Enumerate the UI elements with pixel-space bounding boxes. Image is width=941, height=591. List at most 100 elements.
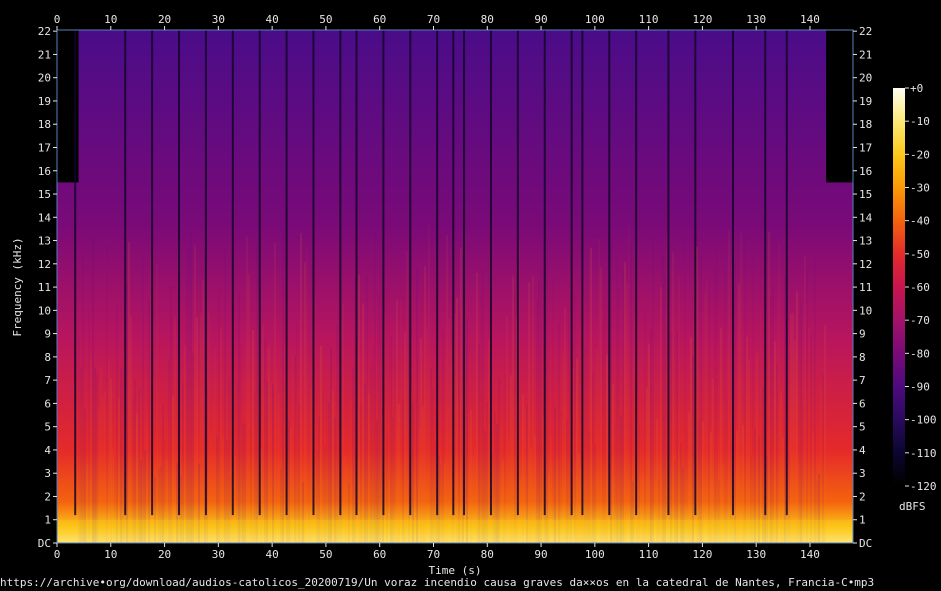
spectral-streak: [256, 243, 258, 543]
silence-gap: [74, 30, 77, 516]
x-tick-label-top: 90: [534, 13, 547, 26]
spectral-streak: [94, 367, 96, 543]
x-axis-top: 0 10 20 30 40 50 60 70 80 90 100 110 120 130 140: [54, 13, 820, 30]
spectral-streak: [446, 234, 448, 543]
spectral-streak: [814, 257, 816, 543]
spectral-streak: [192, 353, 194, 543]
spectral-streak: [174, 316, 176, 543]
silence-gap: [231, 30, 234, 516]
spectral-streak: [262, 324, 264, 543]
colorbar-tick-label: -120: [910, 480, 937, 493]
y-tick-label-right: 14: [859, 211, 873, 224]
spectral-streak: [552, 277, 554, 543]
y-tick-label-right: 20: [859, 72, 872, 85]
spectral-streak: [670, 331, 672, 543]
y-tick-label-right: 19: [859, 95, 872, 108]
colorbar-tick-label: -70: [910, 314, 930, 327]
spectral-streak: [308, 322, 310, 543]
spectral-streak: [400, 299, 402, 543]
spectral-streak: [506, 316, 508, 543]
spectral-streak: [220, 327, 222, 543]
silence-gap: [339, 30, 342, 516]
spectral-streak: [270, 383, 272, 543]
spectral-streak: [110, 378, 112, 543]
spectral-streak: [100, 367, 102, 543]
spectral-streak: [126, 283, 128, 543]
colorbar-tick-label: -40: [910, 215, 930, 228]
bass-band: [57, 519, 853, 543]
spectral-streak: [342, 302, 344, 543]
spectrogram-chart: 0 10 20 30 40 50 60 70 80 90 100 110 120 130 140 0 10 20…: [11, 13, 937, 577]
spectral-streak: [510, 375, 512, 543]
spectral-streak: [762, 386, 764, 543]
spectral-streak: [80, 367, 82, 543]
y-tick-label-left: 12: [38, 258, 51, 271]
spectral-streak: [428, 225, 430, 543]
spectral-streak: [648, 343, 650, 543]
spectral-streak: [568, 321, 570, 543]
spectral-streak: [352, 367, 354, 543]
spectral-streak: [430, 368, 432, 543]
x-tick-label-bottom: 40: [266, 548, 279, 561]
spectral-streak: [358, 275, 360, 543]
spectral-streak: [252, 330, 254, 543]
spectral-streak: [120, 368, 122, 543]
x-tick-label-bottom: 130: [746, 548, 766, 561]
spectral-streak: [372, 347, 374, 543]
spectral-streak: [390, 335, 392, 543]
spectral-streak: [448, 318, 450, 543]
spectral-streak: [546, 237, 548, 543]
spectral-streak: [200, 313, 202, 543]
spectral-streak: [538, 280, 540, 543]
spectral-streak: [532, 275, 534, 543]
spectral-streak: [362, 303, 364, 543]
silence-gap: [764, 30, 767, 516]
x-tick-label-bottom: 60: [373, 548, 386, 561]
spectral-streak: [366, 276, 368, 543]
spectral-streak: [676, 331, 678, 543]
x-tick-label-top: 110: [639, 13, 659, 26]
spectral-streak: [752, 253, 754, 543]
spectral-streak: [394, 354, 396, 543]
spectral-streak: [330, 348, 332, 543]
y-tick-label-left: 19: [38, 95, 51, 108]
spectral-streak: [476, 272, 478, 543]
x-tick-label-bottom: 70: [427, 548, 440, 561]
silence-gap: [204, 30, 207, 516]
x-tick-label-top: 100: [585, 13, 605, 26]
spectral-streak: [584, 347, 586, 543]
y-tick-label-right: 4: [859, 444, 866, 457]
spectral-streak: [738, 283, 740, 543]
spectral-streak: [282, 228, 284, 544]
spectral-streak: [264, 338, 266, 543]
y-tick-label-right: 12: [859, 258, 872, 271]
colorbar-tick-label: -100: [910, 414, 937, 427]
spectral-streak: [564, 307, 566, 543]
spectral-streak: [122, 368, 124, 543]
spectral-streak: [338, 257, 340, 543]
spectral-streak: [512, 276, 514, 543]
y-tick-label-right: 2: [859, 490, 866, 503]
x-tick-label-top: 140: [800, 13, 820, 26]
y-tick-label-left: 14: [38, 211, 52, 224]
x-tick-label-bottom: 30: [212, 548, 225, 561]
spectral-streak: [714, 267, 716, 543]
x-tick-label-top: 40: [266, 13, 279, 26]
spectrogram-plot: [56, 29, 854, 544]
y-tick-label-right: 13: [859, 235, 872, 248]
spectral-streak: [424, 265, 426, 543]
spectral-streak: [284, 342, 286, 543]
x-tick-label-bottom: 140: [800, 548, 820, 561]
spectral-streak: [454, 312, 456, 543]
y-tick-label-right: 11: [859, 281, 872, 294]
spectral-streak: [760, 310, 762, 543]
spectral-streak: [238, 293, 240, 543]
colorbar-tick-label: -90: [910, 381, 930, 394]
spectral-streak: [724, 263, 726, 543]
spectral-streak: [712, 378, 714, 543]
silence-gap: [258, 30, 261, 516]
x-tick-label-top: 20: [158, 13, 171, 26]
y-axis-left: DC12345678910111213141516171819202122: [38, 25, 57, 550]
spectral-streak: [794, 341, 796, 543]
spectral-streak: [748, 359, 750, 543]
